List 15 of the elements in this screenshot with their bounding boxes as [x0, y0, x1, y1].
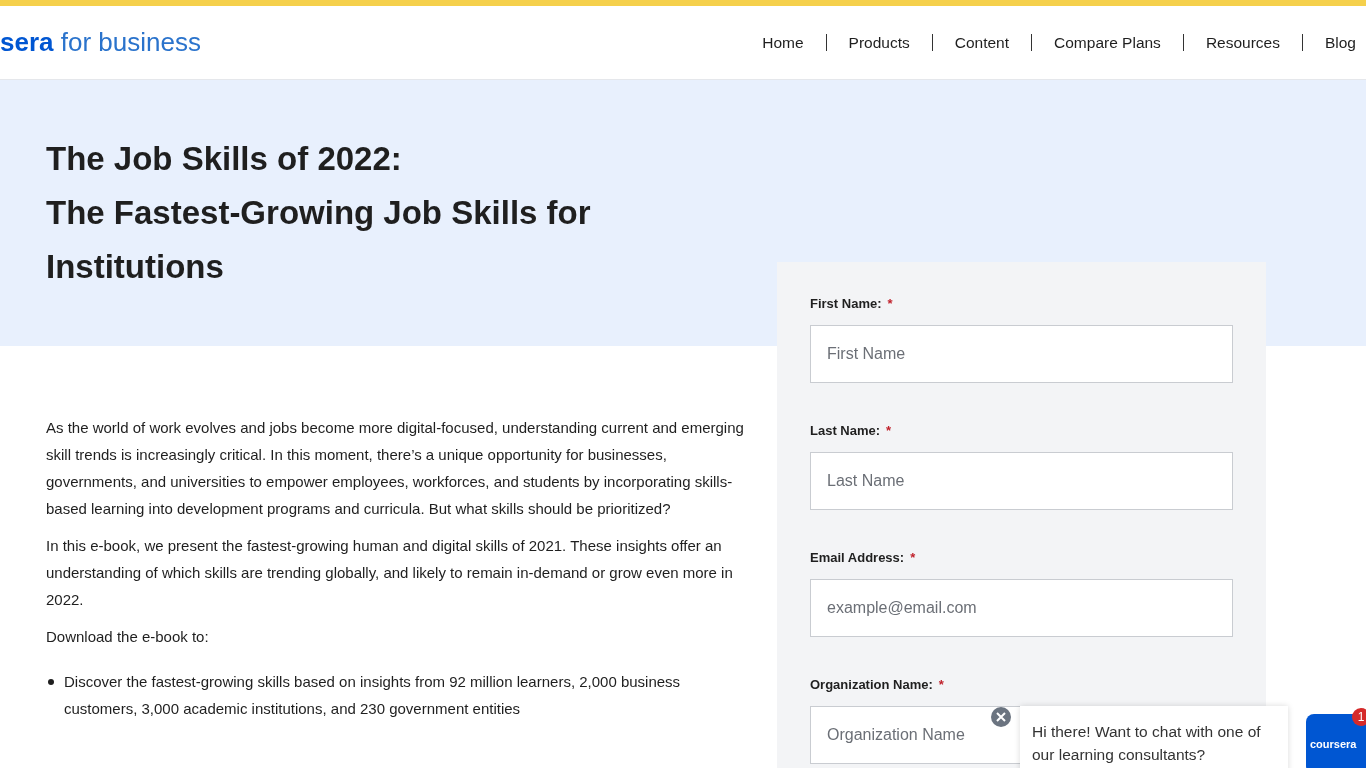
field-label: Organization Name:: [810, 677, 933, 692]
notification-badge: 1: [1352, 708, 1366, 726]
required-mark: *: [938, 677, 944, 692]
paragraph: As the world of work evolves and jobs become more digital-focused, understanding current and emerging skill trends is increasingly critical. In this moment, there’s a unique opportunity for businesses, governments, and universities to empower employees, workforces, and students by incorporating skills-based learning into development programs and curricula. But what skills should be prioritized?: [46, 418, 745, 519]
field-label: Email Address:: [810, 550, 905, 565]
chat-message: Hi there! Want to chat with one of our learning consultants?: [1032, 722, 1262, 765]
required-mark: *: [910, 550, 916, 565]
paragraph: In this e-book, we present the fastest-growing human and digital skills of 2021. These insights offer an understanding of which skills are trending globally, and likely to remain in-demand or grow even more in 2022.: [46, 536, 734, 610]
field-label: First Name:: [810, 296, 882, 311]
page-title: The Job Skills of 2022: The Fastest-Growing Job Skills for Institutions: [46, 139, 592, 287]
list-item: Discover the fastest-growing skills based on insights from 92 million learners, 2,000 business customers, 3,000 academic institutions, and 230 government entities: [64, 672, 682, 719]
required-mark: *: [887, 296, 893, 311]
field-label: Last Name:: [810, 423, 881, 438]
required-mark: *: [886, 423, 892, 438]
paragraph: Download the e-book to:: [46, 627, 210, 647]
